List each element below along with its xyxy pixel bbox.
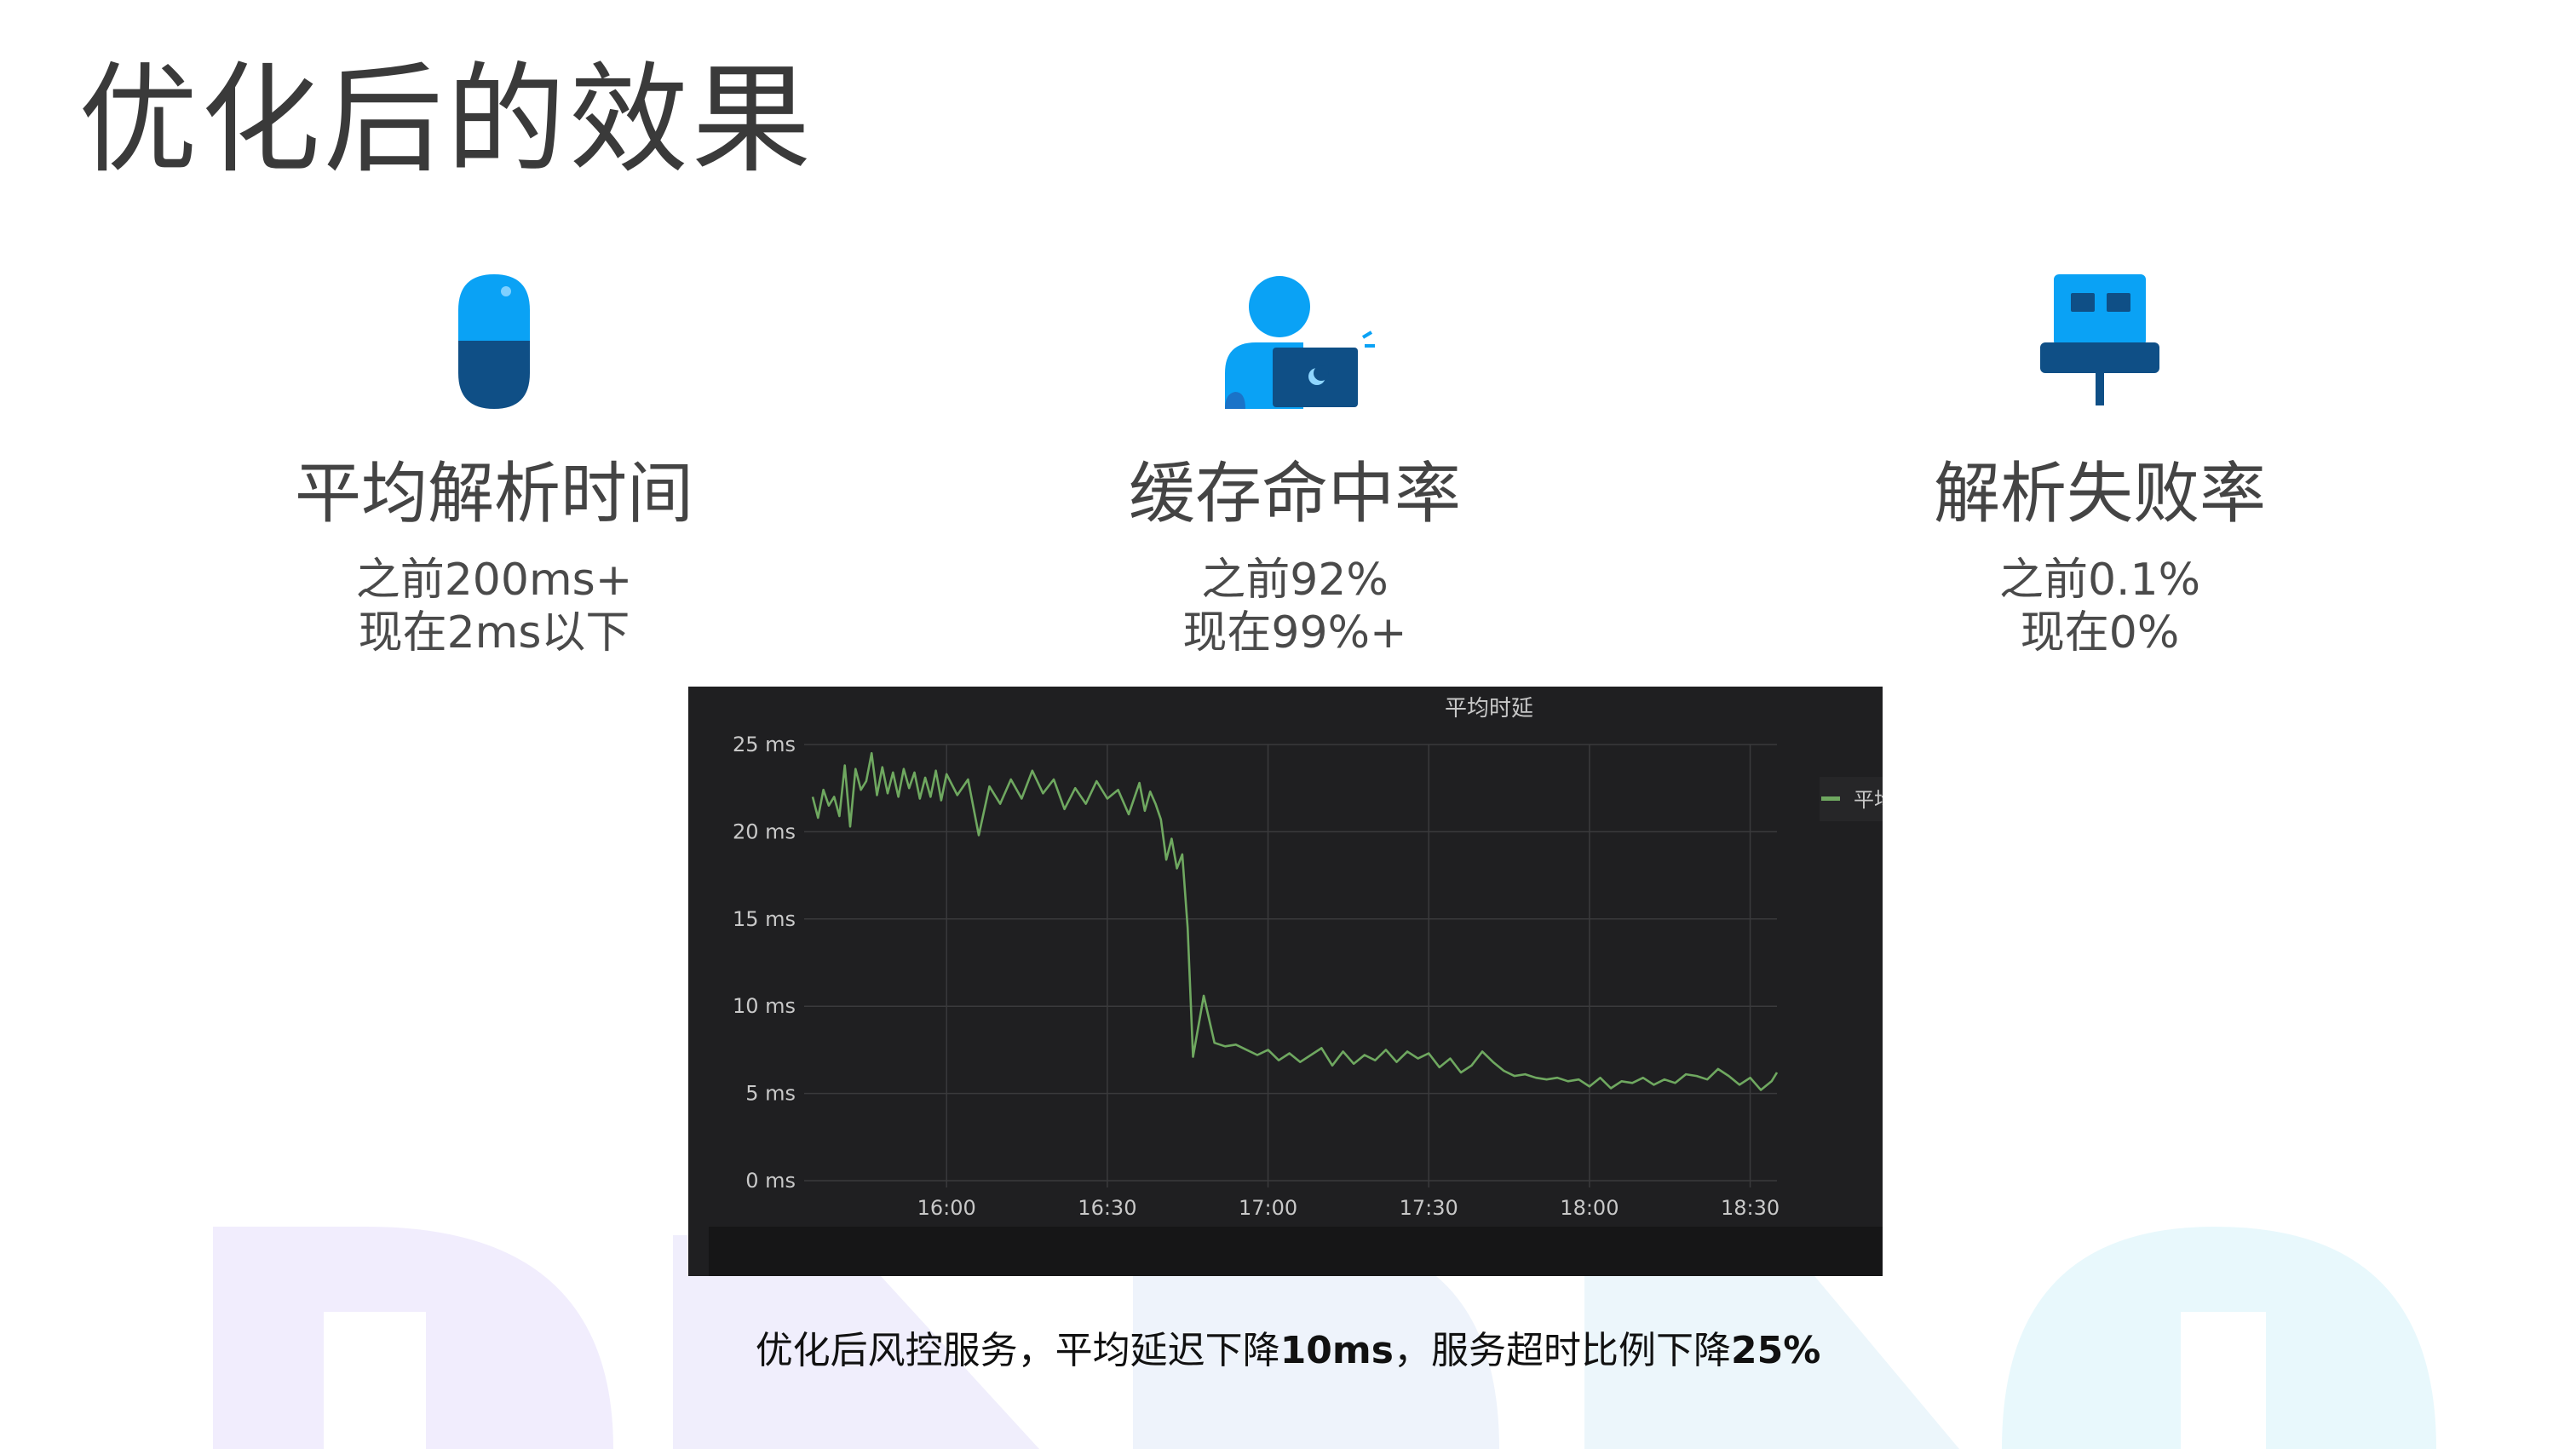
x-tick-label: 18:30 xyxy=(1721,1196,1780,1220)
capsule-icon xyxy=(458,274,530,409)
caption-latency-drop: 10ms xyxy=(1279,1329,1394,1372)
y-tick-label: 10 ms xyxy=(733,994,796,1018)
metric-before-value: 之前92% xyxy=(1201,555,1389,606)
metric-before-value: 之前0.1% xyxy=(1998,555,2201,606)
metric-before-value: 之前200ms+ xyxy=(355,555,633,606)
slide: 优化后的效果 平均解析时间 之前200ms+ 现在2ms以下 缓存命中率 之前9… xyxy=(0,0,2576,1449)
caption-timeout-drop: 25% xyxy=(1730,1329,1821,1372)
caption-text-2: ，服务超时比例下降 xyxy=(1393,1329,1731,1372)
metric-title: 平均解析时间 xyxy=(294,456,693,532)
metric-title: 缓存命中率 xyxy=(1128,456,1461,532)
x-tick-label: 18:00 xyxy=(1560,1196,1619,1220)
y-tick-label: 5 ms xyxy=(745,1082,796,1106)
latency-chart: 0 ms 5 ms 10 ms 15 ms 20 ms 25 ms 16:00 16:30 17… xyxy=(688,687,1883,1276)
x-tick-label: 17:00 xyxy=(1239,1196,1297,1220)
metric-after-value: 现在0% xyxy=(2020,607,2180,658)
latency-chart-panel: 0 ms 5 ms 10 ms 15 ms 20 ms 25 ms 16:00 16:30 17… xyxy=(688,687,1883,1276)
y-tick-label: 0 ms xyxy=(745,1169,796,1193)
y-tick-label: 20 ms xyxy=(733,819,796,843)
chart-title: 平均时延 xyxy=(1445,696,1533,722)
x-tick-label: 16:00 xyxy=(917,1196,976,1220)
metric-after-value: 现在99%+ xyxy=(1182,607,1407,658)
x-tick-label: 17:30 xyxy=(1400,1196,1458,1220)
person-laptop-icon xyxy=(1225,276,1375,409)
slide-caption: 优化后风控服务，平均延迟下降10ms，服务超时比例下降25% xyxy=(0,1325,2576,1377)
metric-cache-hit-rate: 缓存命中率 之前92% 现在99%+ xyxy=(997,273,1593,659)
metric-parse-failure-rate: 解析失败率 之前0.1% 现在0% xyxy=(1802,273,2398,659)
slide-title: 优化后的效果 xyxy=(78,51,815,190)
metric-avg-parse-time: 平均解析时间 之前200ms+ 现在2ms以下 xyxy=(196,273,792,659)
chart-legend[interactable]: 平均时延 xyxy=(1820,777,1883,821)
y-tick-label: 15 ms xyxy=(733,907,796,931)
legend-swatch xyxy=(1821,796,1840,801)
metric-after-value: 现在2ms以下 xyxy=(358,607,630,658)
y-tick-label: 25 ms xyxy=(733,733,796,756)
x-tick-label: 16:30 xyxy=(1078,1196,1136,1220)
chart-footer-strip xyxy=(709,1227,1883,1276)
metric-title: 解析失败率 xyxy=(1933,456,2266,532)
plug-icon xyxy=(2040,274,2159,405)
caption-text-1: 优化后风控服务，平均延迟下降 xyxy=(755,1329,1280,1372)
legend-label: 平均时延 xyxy=(1854,788,1883,812)
